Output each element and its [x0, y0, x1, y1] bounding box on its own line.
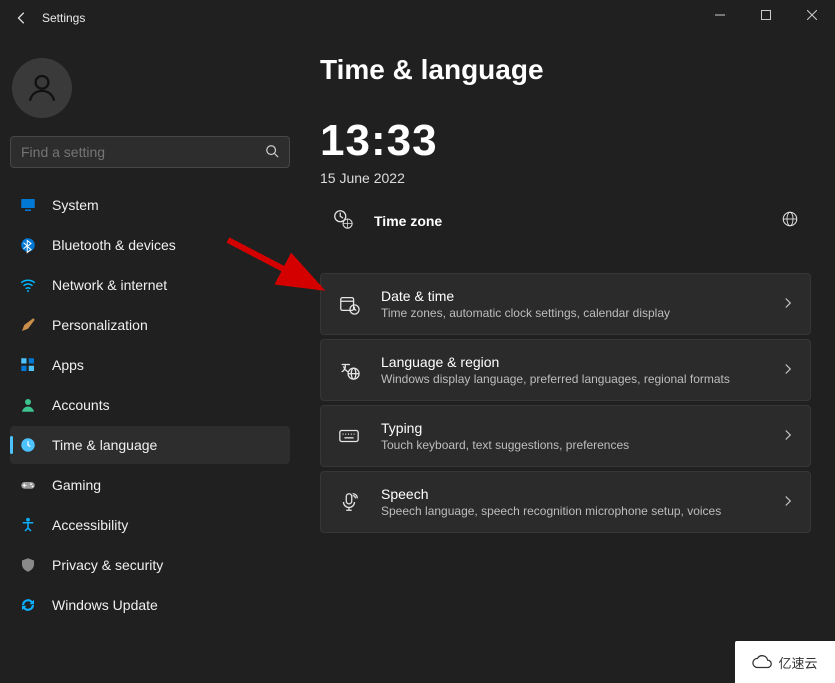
close-button[interactable]: [789, 0, 835, 30]
card-description: Windows display language, preferred lang…: [381, 372, 762, 386]
sidebar-item-label: Time & language: [52, 437, 157, 453]
card-description: Time zones, automatic clock settings, ca…: [381, 306, 762, 320]
chevron-right-icon: [782, 494, 794, 510]
person-icon: [25, 71, 59, 105]
sidebar-item-apps[interactable]: Apps: [10, 346, 290, 384]
clock-display: 13:33: [320, 116, 811, 166]
sidebar-item-network-internet[interactable]: Network & internet: [10, 266, 290, 304]
arrow-left-icon: [15, 11, 29, 25]
search-input[interactable]: [21, 144, 261, 160]
maximize-icon: [761, 10, 771, 20]
sidebar-item-windows-update[interactable]: Windows Update: [10, 586, 290, 624]
timezone-row: Time zone: [320, 204, 811, 237]
sidebar-item-system[interactable]: System: [10, 186, 290, 224]
window-title: Settings: [42, 11, 85, 25]
card-description: Speech language, speech recognition micr…: [381, 504, 762, 518]
sidebar-item-time-language[interactable]: Time & language: [10, 426, 290, 464]
search-box[interactable]: [10, 136, 290, 168]
sidebar-item-gaming[interactable]: Gaming: [10, 466, 290, 504]
brush-icon: [18, 315, 38, 335]
watermark: 亿速云: [735, 641, 835, 683]
sidebar-item-label: Personalization: [52, 317, 148, 333]
timezone-label: Time zone: [374, 213, 761, 229]
maximize-button[interactable]: [743, 0, 789, 30]
sidebar-item-label: Privacy & security: [52, 557, 163, 573]
clock-globe-icon: [332, 208, 354, 233]
content-area: Time & language 13:33 15 June 2022 Time …: [300, 36, 835, 683]
sidebar-item-label: Gaming: [52, 477, 101, 493]
card-title: Speech: [381, 486, 762, 502]
sidebar-item-label: Network & internet: [52, 277, 167, 293]
card-language-region[interactable]: Language & region Windows display langua…: [320, 339, 811, 401]
access-icon: [18, 515, 38, 535]
lang-globe-icon: [337, 359, 361, 381]
date-display: 15 June 2022: [320, 170, 811, 186]
card-title: Date & time: [381, 288, 762, 304]
sidebar-item-label: Accounts: [52, 397, 110, 413]
sidebar-item-accessibility[interactable]: Accessibility: [10, 506, 290, 544]
avatar[interactable]: [12, 58, 72, 118]
person-icon: [18, 395, 38, 415]
keyboard-icon: [337, 425, 361, 447]
close-icon: [807, 10, 817, 20]
sidebar-item-label: Apps: [52, 357, 84, 373]
sidebar-item-label: Bluetooth & devices: [52, 237, 176, 253]
settings-cards: Date & time Time zones, automatic clock …: [320, 273, 811, 533]
window-controls: [697, 0, 835, 30]
chevron-right-icon: [782, 296, 794, 312]
sidebar-item-accounts[interactable]: Accounts: [10, 386, 290, 424]
minimize-icon: [715, 10, 725, 20]
apps-icon: [18, 355, 38, 375]
shield-icon: [18, 555, 38, 575]
monitor-icon: [18, 195, 38, 215]
bluetooth-icon: [18, 235, 38, 255]
card-date-time[interactable]: Date & time Time zones, automatic clock …: [320, 273, 811, 335]
search-icon: [261, 144, 283, 161]
wifi-icon: [18, 275, 38, 295]
gamepad-icon: [18, 475, 38, 495]
card-description: Touch keyboard, text suggestions, prefer…: [381, 438, 762, 452]
sidebar-item-bluetooth-devices[interactable]: Bluetooth & devices: [10, 226, 290, 264]
sidebar: System Bluetooth & devices Network & inter…: [0, 36, 300, 683]
chevron-right-icon: [782, 428, 794, 444]
card-typing[interactable]: Typing Touch keyboard, text suggestions,…: [320, 405, 811, 467]
minimize-button[interactable]: [697, 0, 743, 30]
globe-icon: [781, 210, 799, 231]
card-title: Language & region: [381, 354, 762, 370]
sidebar-item-label: Windows Update: [52, 597, 158, 613]
card-speech[interactable]: Speech Speech language, speech recogniti…: [320, 471, 811, 533]
back-button[interactable]: [8, 4, 36, 32]
update-icon: [18, 595, 38, 615]
sidebar-item-label: Accessibility: [52, 517, 128, 533]
nav-list: System Bluetooth & devices Network & inter…: [10, 186, 290, 624]
mic-icon: [337, 491, 361, 513]
sidebar-item-privacy-security[interactable]: Privacy & security: [10, 546, 290, 584]
chevron-right-icon: [782, 362, 794, 378]
watermark-text: 亿速云: [778, 653, 817, 672]
sidebar-item-personalization[interactable]: Personalization: [10, 306, 290, 344]
card-title: Typing: [381, 420, 762, 436]
sidebar-item-label: System: [52, 197, 99, 213]
calendar-clock-icon: [337, 293, 361, 315]
clock-icon: [18, 435, 38, 455]
cloud-icon: [752, 654, 774, 670]
page-title: Time & language: [320, 54, 811, 86]
